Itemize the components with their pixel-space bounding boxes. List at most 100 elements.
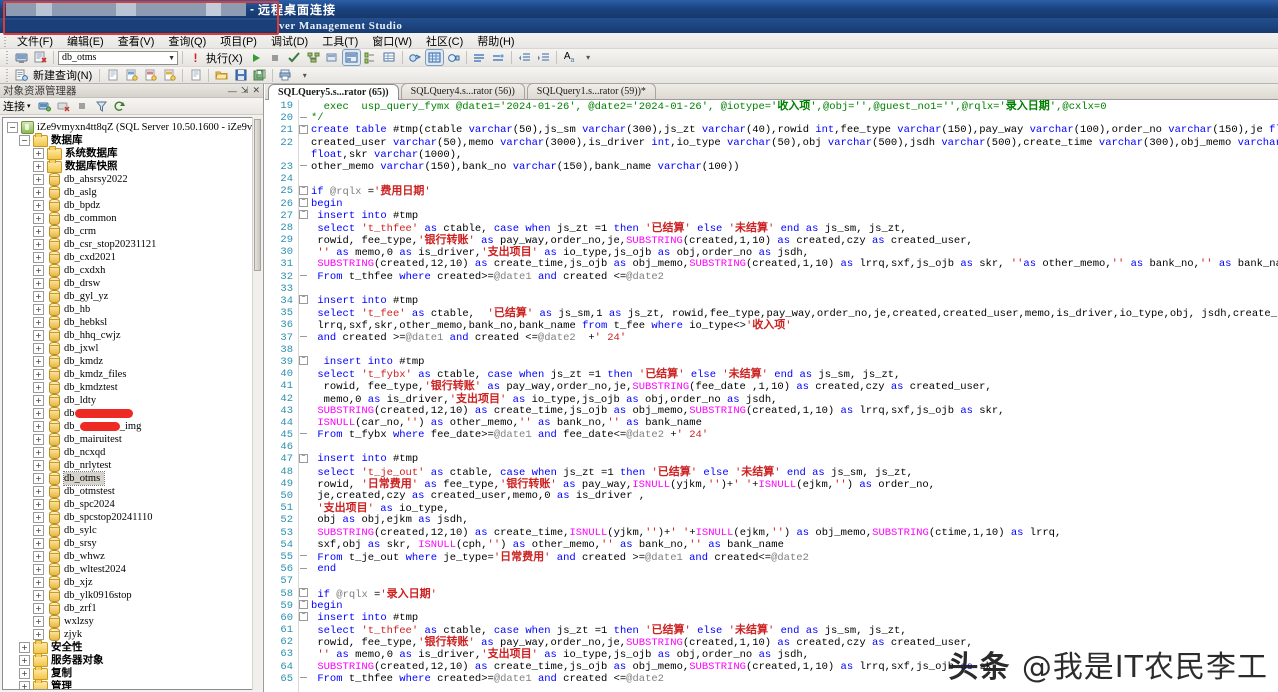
code-fold-marker[interactable] — [298, 551, 309, 562]
code-line[interactable]: 52 obj as obj,ejkm as jsdh, — [265, 514, 1278, 526]
expand-toggle-icon[interactable]: + — [33, 551, 44, 562]
code-line[interactable]: 46 — [265, 441, 1278, 453]
tree-node-database[interactable]: + db_crm — [5, 225, 252, 238]
new-analysis-services-query-icon[interactable] — [123, 68, 140, 83]
parse-check-icon[interactable] — [286, 50, 303, 65]
menu-edit[interactable]: 编辑(E) — [60, 32, 111, 50]
execute-warning-icon[interactable]: ! — [187, 50, 204, 65]
object-explorer-tree-container[interactable]: − iZe9vmyxn4tt8qZ (SQL Server 10.50.1600… — [2, 117, 253, 690]
tree-node-database[interactable]: + db_hebksl — [5, 316, 252, 329]
code-fold-marker[interactable]: − — [298, 612, 309, 623]
expand-toggle-icon[interactable]: + — [33, 408, 44, 419]
tree-node-database[interactable]: + db_kmdz — [5, 355, 252, 368]
auto-hide-pin-icon[interactable]: ⇲ — [241, 85, 249, 96]
expand-toggle-icon[interactable]: + — [33, 538, 44, 549]
filter-icon[interactable] — [93, 99, 110, 114]
tree-node-database[interactable]: + db_aslg — [5, 186, 252, 199]
tree-node-database[interactable]: + db_sylc — [5, 524, 252, 537]
code-line[interactable]: 59− begin — [265, 600, 1278, 612]
tree-node-database[interactable]: + db — [5, 407, 252, 420]
code-fold-marker[interactable]: − — [298, 210, 309, 221]
code-line[interactable]: 50 je,created,czy as created_user,memo,0… — [265, 490, 1278, 502]
results-to-text-icon[interactable] — [407, 50, 424, 65]
object-explorer-scrollbar[interactable] — [252, 117, 262, 690]
code-line[interactable]: 37 and created >=@date1 and created <=@d… — [265, 332, 1278, 344]
code-line[interactable]: 44 ISNULL(car_no,'') as other_memo,'' as… — [265, 417, 1278, 429]
tree-node-server-section[interactable]: + 管理 — [5, 678, 252, 689]
results-to-file-icon[interactable] — [445, 50, 462, 65]
connect-icon[interactable] — [36, 99, 53, 114]
decrease-indent-icon[interactable] — [516, 50, 533, 65]
tree-node-database[interactable]: + db_cxdxh — [5, 264, 252, 277]
code-line[interactable]: 25− if @rqlx ='费用日期' — [265, 185, 1278, 199]
tree-node-server-section[interactable]: + 复制 — [5, 665, 252, 680]
expand-toggle-icon[interactable]: + — [33, 356, 44, 367]
expand-toggle-icon[interactable]: + — [33, 460, 44, 471]
menu-project[interactable]: 项目(P) — [213, 32, 264, 50]
new-query-button-label[interactable]: 新建查询(N) — [31, 67, 96, 83]
tree-node-database[interactable]: + db_mairuitest — [5, 433, 252, 446]
code-fold-marker[interactable]: − — [298, 600, 309, 611]
expand-toggle-icon[interactable]: + — [33, 200, 44, 211]
new-query-icon[interactable] — [13, 68, 30, 83]
code-line[interactable]: 40 select 't_fybx' as ctable, case when … — [265, 368, 1278, 382]
code-line[interactable]: 31 SUBSTRING(created,12,10) as create_ti… — [265, 258, 1278, 270]
expand-toggle-icon[interactable]: + — [33, 343, 44, 354]
expand-toggle-icon[interactable]: + — [33, 174, 44, 185]
code-line[interactable]: 29 rowid, fee_type,'银行转账' as pay_way,ord… — [265, 233, 1278, 247]
code-line[interactable]: 20 */ — [265, 112, 1278, 124]
expand-toggle-icon[interactable]: + — [33, 382, 44, 393]
tree-node-database[interactable]: + db_nrlytest — [5, 459, 252, 472]
new-database-engine-query-icon[interactable] — [104, 68, 121, 83]
refresh-icon[interactable] — [112, 99, 129, 114]
code-line[interactable]: 62 rowid, fee_type,'银行转账' as pay_way,ord… — [265, 636, 1278, 650]
code-line[interactable]: 22 created_user varchar(50),memo varchar(… — [265, 137, 1278, 149]
menu-view[interactable]: 查看(V) — [111, 32, 162, 50]
expand-toggle-icon[interactable]: + — [33, 629, 44, 640]
new-mdx-query-icon[interactable] — [142, 68, 159, 83]
open-file-icon[interactable] — [213, 68, 230, 83]
code-line[interactable]: 32 From t_thfee where created>=@date1 an… — [265, 271, 1278, 283]
comment-lines-icon[interactable] — [471, 50, 488, 65]
increase-indent-icon[interactable] — [535, 50, 552, 65]
code-line[interactable]: 51 '支出项目' as io_type, — [265, 502, 1278, 516]
code-line[interactable]: 45 From t_fybx where fee_date>=@date1 an… — [265, 429, 1278, 441]
new-query-with-connection-icon[interactable] — [32, 50, 49, 65]
include-actual-execution-plan-icon[interactable] — [341, 49, 361, 66]
editor-tab[interactable]: SQLQuery4.s...rator (56)) — [400, 83, 525, 99]
expand-toggle-icon[interactable]: + — [33, 395, 44, 406]
tree-node-database[interactable]: + db_spc2024 — [5, 498, 252, 511]
query-options-icon[interactable] — [324, 50, 341, 65]
expand-toggle-icon[interactable]: + — [19, 681, 30, 689]
tree-node-server-section[interactable]: + 安全性 — [5, 639, 252, 654]
expand-toggle-icon[interactable]: + — [33, 564, 44, 575]
expand-toggle-icon[interactable]: + — [19, 668, 30, 679]
results-to-grid-active-icon[interactable] — [424, 49, 444, 66]
code-fold-marker[interactable]: − — [298, 124, 309, 135]
code-fold-marker[interactable]: − — [298, 356, 309, 367]
expand-toggle-icon[interactable]: + — [33, 187, 44, 198]
code-fold-marker[interactable] — [298, 112, 309, 123]
menu-tools[interactable]: 工具(T) — [315, 32, 365, 50]
code-line[interactable]: 41 rowid, fee_type,'银行转账' as pay_way,ord… — [265, 380, 1278, 394]
expand-toggle-icon[interactable]: + — [33, 616, 44, 627]
tree-node-system-databases[interactable]: + 系统数据库 — [5, 145, 252, 160]
expand-toggle-icon[interactable]: + — [19, 642, 30, 653]
tree-node-database[interactable]: + db_ylk0916stop — [5, 589, 252, 602]
results-to-grid-icon[interactable] — [381, 50, 398, 65]
new-xmla-query-icon[interactable] — [187, 68, 204, 83]
editor-tab[interactable]: SQLQuery5.s...rator (65)) — [268, 84, 399, 100]
code-line[interactable]: 60− insert into #tmp — [265, 612, 1278, 624]
code-line[interactable]: 28 select 't_thfee' as ctable, case when… — [265, 221, 1278, 235]
code-line[interactable]: 30 '' as memo,0 as is_driver,'支出项目' as i… — [265, 246, 1278, 260]
execute-play-icon[interactable] — [248, 50, 265, 65]
expand-toggle-icon[interactable]: + — [33, 512, 44, 523]
expand-toggle-icon[interactable]: + — [33, 603, 44, 614]
expand-toggle-icon[interactable]: + — [33, 278, 44, 289]
expand-toggle-icon[interactable]: + — [19, 655, 30, 666]
menu-query[interactable]: 查询(Q) — [161, 32, 213, 50]
code-line[interactable]: 48 select 't_je_out' as ctable, case whe… — [265, 465, 1278, 479]
menu-debug[interactable]: 调试(D) — [264, 32, 315, 50]
tree-node-database[interactable]: + db_ahsrsy2022 — [5, 173, 252, 186]
include-client-statistics-icon[interactable] — [362, 50, 379, 65]
